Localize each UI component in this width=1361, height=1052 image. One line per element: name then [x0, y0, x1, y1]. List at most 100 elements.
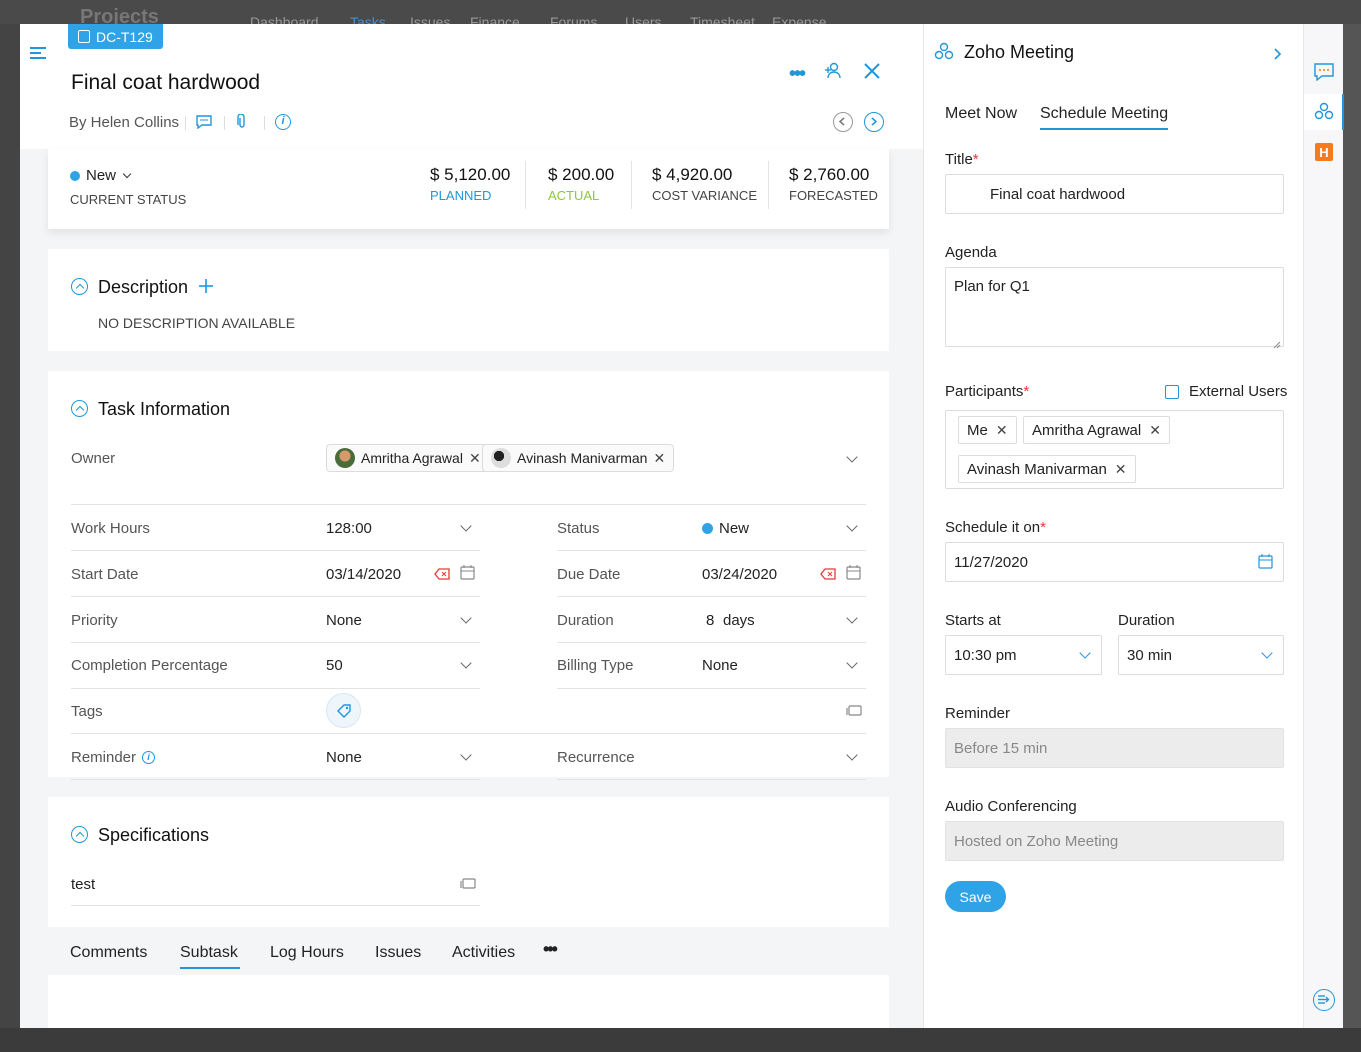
collapse-panel-icon[interactable] [1273, 47, 1283, 65]
agenda-textarea[interactable]: Plan for Q1 [945, 267, 1284, 347]
starts-at-select[interactable]: 10:30 pm [945, 635, 1102, 675]
owner-chip[interactable]: Amritha Agrawal ✕ [326, 444, 490, 472]
tab-meet-now[interactable]: Meet Now [945, 105, 1017, 123]
tab-comments[interactable]: Comments [70, 944, 147, 962]
external-users-checkbox[interactable] [1165, 385, 1179, 399]
chevron-down-icon[interactable] [460, 749, 472, 761]
tab-log-hours[interactable]: Log Hours [270, 944, 344, 962]
start-date-input[interactable]: 03/14/2020 [326, 566, 408, 583]
collapse-icon[interactable] [71, 826, 88, 843]
tab-schedule-meeting[interactable]: Schedule Meeting [1040, 105, 1168, 123]
tab-issues[interactable]: Issues [375, 944, 421, 962]
info-icon[interactable]: i [142, 751, 156, 764]
previous-task-icon[interactable] [833, 112, 853, 132]
next-task-icon[interactable] [864, 112, 884, 132]
save-button[interactable]: Save [945, 881, 1006, 912]
remove-icon[interactable]: ✕ [1115, 461, 1127, 478]
add-tag-icon[interactable] [326, 693, 361, 728]
avatar [491, 448, 511, 468]
chevron-down-icon[interactable] [460, 612, 472, 624]
divider [224, 116, 225, 130]
task-id: DC-T129 [96, 28, 153, 45]
resize-handle-icon[interactable] [1273, 336, 1281, 353]
remove-icon[interactable]: ✕ [469, 450, 481, 467]
meeting-reminder-value: Before 15 min [954, 739, 1048, 757]
remove-icon[interactable]: ✕ [653, 450, 665, 467]
calendar-icon[interactable] [846, 565, 861, 584]
menu-icon[interactable] [30, 46, 46, 60]
tab-subtask[interactable]: Subtask [180, 944, 238, 962]
chevron-down-icon[interactable] [460, 657, 472, 669]
completion-value[interactable]: 50 [326, 657, 343, 674]
divider [557, 642, 866, 643]
cost-variance-amount: $ 4,920.00 [652, 165, 733, 184]
participant-name: Me [967, 421, 988, 439]
duration-value[interactable]: 8 [706, 612, 714, 629]
clear-date-icon[interactable] [434, 567, 450, 584]
schedule-date-value: 11/27/2020 [954, 553, 1028, 571]
meeting-duration-select[interactable]: 30 min [1118, 635, 1284, 675]
tab-activities[interactable]: Activities [452, 944, 515, 962]
summary-card: New CURRENT STATUS $ 5,120.00 PLANNED $ … [48, 149, 889, 229]
remove-icon[interactable]: ✕ [996, 422, 1008, 439]
comment-tag-icon[interactable] [846, 704, 862, 721]
remove-icon[interactable]: ✕ [1149, 422, 1161, 439]
expand-menu-icon[interactable] [1313, 989, 1335, 1011]
planned-amount: $ 5,120.00 [430, 165, 511, 184]
billing-type-value[interactable]: None [702, 657, 738, 674]
chevron-down-icon[interactable] [846, 749, 858, 761]
collapse-icon[interactable] [71, 400, 88, 417]
participant-chip[interactable]: Avinash Manivarman ✕ [958, 455, 1136, 483]
zoho-meeting-panel: Zoho Meeting Meet Now Schedule Meeting T… [923, 24, 1303, 1028]
chevron-down-icon[interactable] [846, 612, 858, 624]
work-hours-value[interactable]: 128:00 [326, 520, 372, 537]
clear-date-icon[interactable] [820, 567, 836, 584]
comment-icon[interactable] [196, 115, 212, 133]
add-description-icon[interactable] [198, 278, 214, 298]
collapse-icon[interactable] [71, 278, 88, 295]
close-icon[interactable] [863, 62, 881, 84]
divider [71, 504, 866, 505]
divider [768, 161, 769, 209]
specification-value[interactable]: test [71, 876, 95, 893]
specifications-section: Specifications test [48, 797, 889, 927]
follow-users-icon[interactable] [824, 61, 842, 83]
chevron-down-icon[interactable] [846, 520, 858, 532]
participant-chip[interactable]: Amritha Agrawal ✕ [1023, 416, 1170, 444]
task-id-badge[interactable]: DC-T129 [68, 24, 163, 49]
external-users-label[interactable]: External Users [1189, 383, 1287, 400]
duration-label: Duration [557, 612, 614, 629]
chevron-down-icon[interactable] [846, 657, 858, 669]
status-dot [702, 523, 713, 534]
chevron-down-icon[interactable] [460, 520, 472, 532]
chevron-down-icon[interactable] [846, 451, 858, 463]
reminder-value[interactable]: None [326, 749, 362, 766]
more-options-icon[interactable]: ••• [789, 63, 806, 86]
attachment-icon[interactable] [237, 113, 247, 134]
divider [557, 779, 866, 780]
calendar-icon[interactable] [1258, 554, 1273, 573]
schedule-date-input[interactable]: 11/27/2020 [945, 542, 1284, 582]
meeting-title-input[interactable]: Final coat hardwood [945, 174, 1284, 214]
owner-name: Avinash Manivarman [517, 450, 648, 466]
section-heading: Description [98, 277, 189, 297]
duration-unit[interactable]: days [723, 612, 755, 629]
chat-icon[interactable] [1314, 63, 1334, 85]
due-date-input[interactable]: 03/24/2020 [702, 566, 777, 583]
calendar-icon[interactable] [460, 565, 475, 584]
hive-app-icon[interactable]: H [1315, 143, 1333, 161]
zoho-meeting-icon [934, 42, 954, 66]
owner-chip[interactable]: Avinash Manivarman ✕ [482, 444, 675, 472]
background-app-header: Projects Dashboard Tasks Issues Finance … [0, 0, 1361, 30]
agenda-value: Plan for Q1 [954, 278, 1030, 295]
zoho-meeting-icon[interactable] [1314, 102, 1334, 126]
more-tabs-icon[interactable]: ••• [543, 939, 558, 960]
required-mark: * [1040, 519, 1046, 536]
comment-tag-icon[interactable] [460, 877, 476, 894]
status-field[interactable]: New [702, 520, 749, 537]
participant-chip[interactable]: Me ✕ [958, 416, 1017, 444]
priority-value[interactable]: None [326, 612, 362, 629]
status-dropdown[interactable]: New [70, 167, 132, 184]
info-icon[interactable]: i [275, 114, 291, 130]
tab-content-area [48, 975, 889, 1028]
